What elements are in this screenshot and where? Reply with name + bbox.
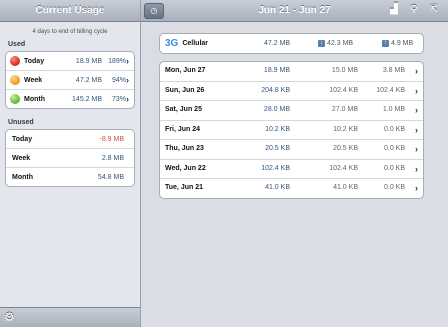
- clock-icon[interactable]: ◷: [144, 3, 164, 19]
- day-row[interactable]: Sun, Jun 26 204.8 KB 102.4 KB 102.4 KB ›: [160, 80, 423, 101]
- green-status-icon: [10, 94, 20, 104]
- date-range-title: Jun 21 - Jun 27: [258, 5, 331, 16]
- unused-section-label: Unused: [8, 119, 34, 126]
- sidebar: Current Usage 4 days to end of billing c…: [0, 0, 141, 327]
- day-name: Sun, Jun 26: [165, 86, 205, 94]
- day-row[interactable]: Tue, Jun 21 41.0 KB 41.0 KB 0.0 KB ›: [160, 178, 423, 198]
- cellular-upload: 4.9 MB: [391, 40, 414, 47]
- day-total: 102.4 KB: [261, 164, 290, 172]
- chevron-right-icon: ›: [415, 124, 418, 135]
- day-total: 10.2 KB: [265, 125, 290, 133]
- chevron-right-icon: ›: [415, 85, 418, 96]
- unused-value: 2.8 MB: [101, 154, 124, 162]
- day-row[interactable]: Sat, Jun 25 28.0 MB 27.0 MB 1.0 MB ›: [160, 100, 423, 120]
- used-value: 145.2 MB: [72, 95, 102, 103]
- day-download: 15.0 MB: [331, 67, 358, 74]
- toolbar: Jun 21 - Jun 27 ◷ ▟ ⚲ ⇱: [141, 0, 448, 22]
- share-icon[interactable]: ⇱: [428, 4, 440, 16]
- cellular-label: Cellular: [182, 40, 209, 47]
- used-label: Month: [24, 95, 45, 103]
- chevron-right-icon: ›: [126, 56, 129, 66]
- day-name: Sat, Jun 25: [165, 106, 202, 113]
- chevron-right-icon: ›: [415, 105, 418, 115]
- red-status-icon: [10, 56, 20, 66]
- daily-usage-list: Mon, Jun 27 18.9 MB 15.0 MB 3.8 MB › Sun…: [159, 61, 424, 199]
- billing-note: 4 days to end of billing cycle: [32, 29, 108, 35]
- cellular-download: 42.3 MB: [327, 40, 354, 47]
- day-total: 41.0 KB: [265, 184, 290, 191]
- day-upload: 0.0 KB: [383, 125, 405, 133]
- used-group: Today 18.9 MB 189% › Week 47.2 MB 94% › …: [5, 51, 135, 109]
- gear-icon[interactable]: ⚙: [4, 311, 17, 324]
- location-pin-icon[interactable]: ⚲: [408, 4, 420, 16]
- day-upload: 0.0 KB: [383, 164, 405, 172]
- sidebar-title: Current Usage: [0, 0, 140, 22]
- unused-row-week: Week 2.8 MB: [6, 148, 134, 167]
- chevron-right-icon: ›: [126, 94, 129, 104]
- chevron-right-icon: ›: [415, 183, 418, 193]
- day-upload: 1.0 MB: [382, 106, 405, 113]
- used-row-week[interactable]: Week 47.2 MB 94% ›: [6, 70, 134, 89]
- day-name: Fri, Jun 24: [165, 125, 201, 133]
- unused-label: Month: [12, 173, 33, 181]
- unused-group: Today -8.9 MB Week 2.8 MB Month 54.8 MB: [5, 129, 135, 187]
- used-value: 47.2 MB: [75, 76, 102, 84]
- used-label: Week: [24, 76, 43, 84]
- used-row-today[interactable]: Today 18.9 MB 189% ›: [6, 52, 134, 70]
- used-section-label: Used: [8, 41, 26, 48]
- cellular-total: 47.2 MB: [264, 40, 291, 47]
- day-download: 20.5 KB: [333, 145, 358, 152]
- day-download: 102.4 KB: [329, 86, 358, 94]
- download-icon: ↓: [318, 40, 325, 47]
- used-percent: 73%: [111, 95, 126, 103]
- day-upload: 0.0 KB: [383, 184, 405, 191]
- chart-icon[interactable]: ▟: [388, 4, 400, 16]
- day-total: 28.0 MB: [263, 106, 290, 113]
- used-value: 18.9 MB: [75, 57, 102, 65]
- 3g-badge: 3G: [165, 38, 179, 49]
- unused-label: Week: [12, 154, 31, 162]
- day-download: 27.0 MB: [331, 106, 358, 113]
- day-row[interactable]: Thu, Jun 23 20.5 KB 20.5 KB 0.0 KB ›: [160, 139, 423, 159]
- unused-value: 54.8 MB: [97, 173, 124, 181]
- day-name: Tue, Jun 21: [165, 184, 203, 191]
- upload-icon: ↑: [382, 40, 389, 47]
- used-row-month[interactable]: Month 145.2 MB 73% ›: [6, 89, 134, 108]
- day-name: Thu, Jun 23: [165, 145, 204, 152]
- used-label: Today: [24, 57, 45, 65]
- chevron-right-icon: ›: [415, 144, 418, 154]
- day-total: 18.9 MB: [263, 67, 290, 74]
- day-upload: 3.8 MB: [382, 67, 405, 74]
- day-total: 20.5 KB: [265, 145, 290, 152]
- day-row[interactable]: Mon, Jun 27 18.9 MB 15.0 MB 3.8 MB ›: [160, 62, 423, 81]
- day-download: 10.2 KB: [333, 125, 358, 133]
- unused-value: -8.9 MB: [99, 135, 124, 143]
- sidebar-footer: ⚙: [0, 307, 140, 327]
- unused-label: Today: [12, 135, 33, 143]
- day-name: Mon, Jun 27: [165, 67, 206, 74]
- day-upload: 102.4 KB: [376, 86, 405, 94]
- day-total: 204.8 KB: [261, 86, 290, 94]
- chevron-right-icon: ›: [415, 163, 418, 174]
- chevron-right-icon: ›: [126, 75, 129, 85]
- day-upload: 0.0 KB: [383, 145, 405, 152]
- unused-row-today: Today -8.9 MB: [6, 130, 134, 148]
- day-download: 41.0 KB: [333, 184, 358, 191]
- used-percent: 189%: [108, 57, 126, 65]
- day-row[interactable]: Fri, Jun 24 10.2 KB 10.2 KB 0.0 KB ›: [160, 119, 423, 140]
- day-download: 102.4 KB: [329, 164, 358, 172]
- cellular-summary[interactable]: 3G Cellular 47.2 MB ↓ 42.3 MB ↑ 4.9 MB: [159, 33, 424, 54]
- main-panel: Jun 21 - Jun 27 ◷ ▟ ⚲ ⇱ 3G Cellular 47.2…: [141, 0, 448, 327]
- day-row[interactable]: Wed, Jun 22 102.4 KB 102.4 KB 0.0 KB ›: [160, 158, 423, 179]
- unused-row-month: Month 54.8 MB: [6, 167, 134, 186]
- orange-status-icon: [10, 75, 20, 85]
- used-percent: 94%: [111, 76, 126, 84]
- day-name: Wed, Jun 22: [165, 164, 206, 172]
- chevron-right-icon: ›: [415, 66, 418, 76]
